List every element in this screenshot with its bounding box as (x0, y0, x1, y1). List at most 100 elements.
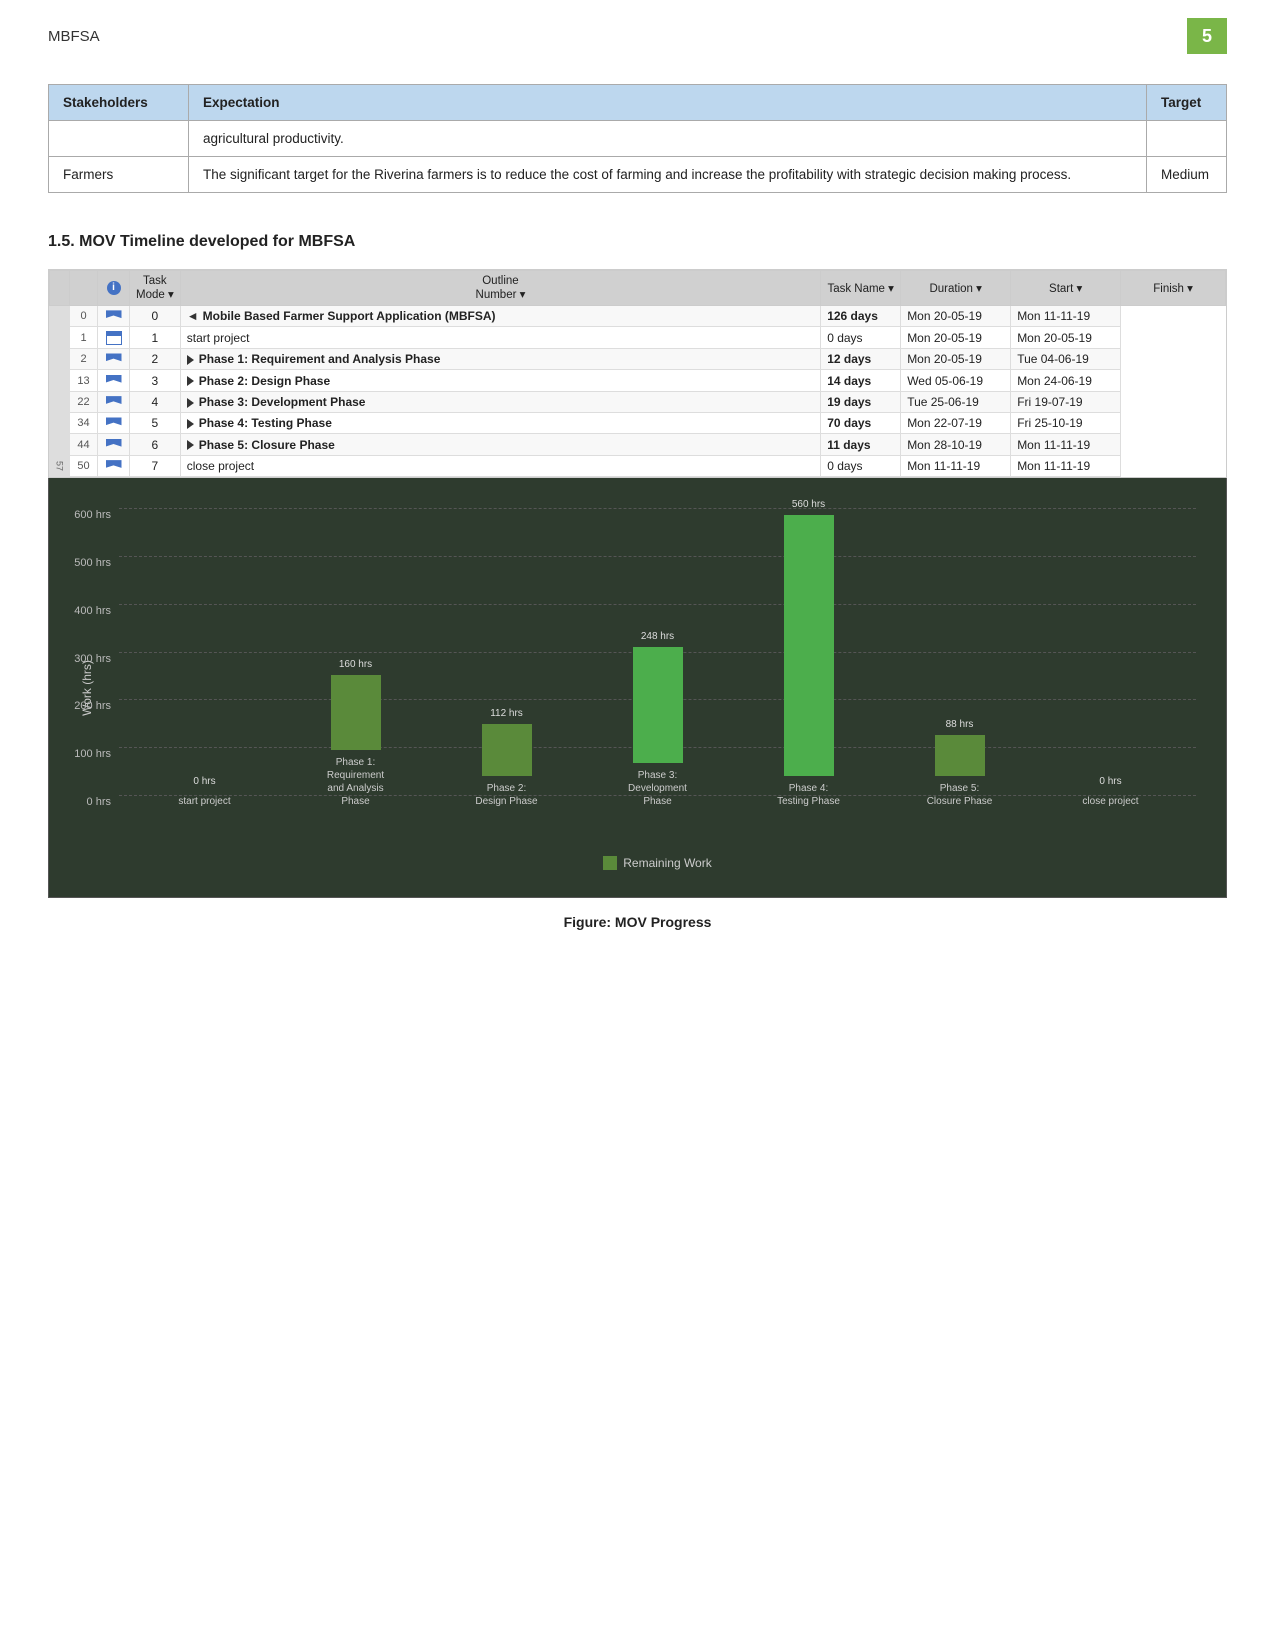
page-header: MBFSA 5 (0, 0, 1275, 64)
chart-bar-group: 88 hrsPhase 5: Closure Phase (884, 735, 1035, 808)
gantt-outline: 4 (130, 391, 181, 412)
calendar-icon (106, 331, 122, 345)
gantt-task-mode (98, 370, 130, 391)
gantt-duration: 14 days (821, 370, 901, 391)
gantt-row-num: 50 (70, 455, 98, 476)
gantt-row-side (50, 327, 70, 349)
gantt-row-num: 2 (70, 349, 98, 370)
gantt-row-num: 1 (70, 327, 98, 349)
th-start: Start ▾ (1011, 271, 1121, 306)
target-cell-1: Medium (1147, 157, 1227, 193)
gantt-row: 2 2 Phase 1: Requirement and Analysis Phas… (50, 349, 1226, 370)
th-taskmode: i (98, 271, 130, 306)
stakeholder-cell-0 (49, 121, 189, 157)
gantt-task-mode (98, 391, 130, 412)
gantt-start: Mon 22-07-19 (901, 413, 1011, 434)
chart-bar: 560 hrs (784, 515, 834, 776)
stakeholders-table: Stakeholders Expectation Target agricult… (48, 84, 1227, 193)
flag-icon (106, 353, 122, 366)
task-mode-header: TaskMode ▾ (136, 275, 174, 301)
gantt-outline: 7 (130, 455, 181, 476)
gantt-finish: Mon 20-05-19 (1011, 327, 1121, 349)
chart-grid-label: 600 hrs (61, 509, 111, 521)
expectation-cell-1: The significant target for the Riverina … (189, 157, 1147, 193)
gantt-duration: 126 days (821, 306, 901, 327)
th-duration: Duration ▾ (901, 271, 1011, 306)
chart-grid-label: 100 hrs (61, 748, 111, 760)
gantt-row-side (50, 434, 70, 455)
gantt-task-mode (98, 306, 130, 327)
chart-bars-area: 0 hrsstart project160 hrsPhase 1: Requir… (119, 508, 1196, 808)
gantt-task-name: ◄Mobile Based Farmer Support Application… (180, 306, 820, 327)
gantt-duration: 0 days (821, 327, 901, 349)
gantt-start: Tue 25-06-19 (901, 391, 1011, 412)
chart-inner: 600 hrs500 hrs400 hrs300 hrs200 hrs100 h… (119, 508, 1196, 848)
expand-icon (187, 440, 194, 450)
chart-grid-label: 0 hrs (61, 796, 111, 808)
gantt-row-side (50, 391, 70, 412)
gantt-outline: 1 (130, 327, 181, 349)
task-name-text: Mobile Based Farmer Support Application … (203, 309, 496, 323)
chart-bar-group: 0 hrsstart project (129, 776, 280, 808)
task-name-text: Phase 3: Development Phase (199, 395, 366, 409)
chart-x-label: Phase 5: Closure Phase (920, 782, 1000, 808)
chart-bar-group: 160 hrsPhase 1: Requirement and Analysis… (280, 675, 431, 808)
stakeholder-cell-1: Farmers (49, 157, 189, 193)
gantt-task-name: Phase 2: Design Phase (180, 370, 820, 391)
gantt-row-side (50, 413, 70, 434)
gantt-start: Mon 28-10-19 (901, 434, 1011, 455)
gantt-task-mode (98, 349, 130, 370)
gantt-outline: 2 (130, 349, 181, 370)
chart-bar-group: 112 hrs Phase 2: Design Phase (431, 724, 582, 808)
chart-bar: 112 hrs (482, 724, 532, 776)
gantt-header-row: i TaskMode ▾ OutlineNumber ▾ Task Name ▾… (50, 271, 1226, 306)
gantt-duration: 0 days (821, 455, 901, 476)
flag-icon (106, 375, 122, 388)
chart-x-label: Phase 3: Development Phase (618, 769, 698, 808)
chart-container: Work (hrs) 600 hrs500 hrs400 hrs300 hrs2… (48, 478, 1227, 898)
gantt-row-num: 13 (70, 370, 98, 391)
page-number: 5 (1187, 18, 1227, 54)
th-finish: Finish ▾ (1121, 271, 1226, 306)
gantt-task-mode (98, 434, 130, 455)
flag-icon (106, 310, 122, 323)
gantt-task-name: start project (180, 327, 820, 349)
task-name-text: close project (187, 459, 254, 473)
expand-icon (187, 398, 194, 408)
chart-x-label: start project (165, 795, 245, 808)
th-side (50, 271, 70, 306)
task-name-text: Phase 1: Requirement and Analysis Phase (199, 352, 441, 366)
gantt-duration: 19 days (821, 391, 901, 412)
gantt-task-name: Phase 1: Requirement and Analysis Phase (180, 349, 820, 370)
chart-bar-group: 248 hrsPhase 3: Development Phase (582, 647, 733, 808)
task-name-text: start project (187, 331, 250, 345)
section-heading: 1.5. MOV Timeline developed for MBFSA (48, 233, 1227, 251)
expand-icon (187, 355, 194, 365)
th-taskmode-label: TaskMode ▾ (130, 271, 181, 306)
gantt-finish: Fri 19-07-19 (1011, 391, 1121, 412)
gantt-row-side (50, 349, 70, 370)
legend-box (603, 856, 617, 870)
gantt-start: Wed 05-06-19 (901, 370, 1011, 391)
legend-label: Remaining Work (623, 856, 711, 870)
gantt-outline: 6 (130, 434, 181, 455)
gantt-row-side (50, 306, 70, 327)
target-cell-0 (1147, 121, 1227, 157)
gantt-start: Mon 20-05-19 (901, 327, 1011, 349)
flag-icon (106, 396, 122, 409)
page-title: MBFSA (48, 28, 100, 45)
expand-icon (187, 419, 194, 429)
gantt-task-name: close project (180, 455, 820, 476)
gantt-outline: 0 (130, 306, 181, 327)
gantt-outline: 3 (130, 370, 181, 391)
chart-x-label: Phase 2: Design Phase (467, 782, 547, 808)
chart-grid-label: 400 hrs (61, 605, 111, 617)
chart-bar-value-label: 88 hrs (946, 719, 974, 730)
gantt-row: 224Phase 3: Development Phase19 daysTue … (50, 391, 1226, 412)
task-name-text: Phase 2: Design Phase (199, 374, 330, 388)
gantt-task-name: Phase 3: Development Phase (180, 391, 820, 412)
gantt-finish: Tue 04-06-19 (1011, 349, 1121, 370)
gantt-container: i TaskMode ▾ OutlineNumber ▾ Task Name ▾… (48, 269, 1227, 478)
chart-bar-value-label: 160 hrs (339, 659, 372, 670)
gantt-finish: Fri 25-10-19 (1011, 413, 1121, 434)
